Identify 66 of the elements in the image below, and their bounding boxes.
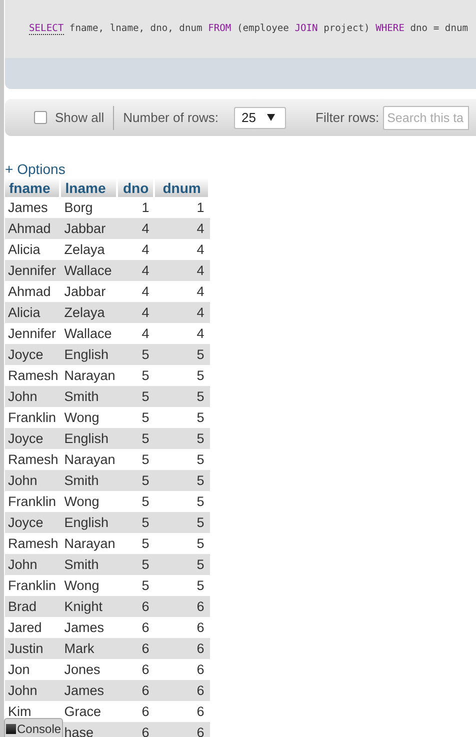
table-cell: 6 <box>155 722 210 737</box>
table-cell: English <box>61 428 118 449</box>
table-cell: 5 <box>155 554 210 575</box>
table-cell: Justin <box>5 638 62 659</box>
table-cell: 5 <box>155 428 210 449</box>
table-cell: 6 <box>155 680 210 701</box>
column-header[interactable]: dno <box>118 178 156 197</box>
table-cell: Jennifer <box>5 260 62 281</box>
table-cell: 5 <box>155 512 210 533</box>
table-cell: Jabbar <box>61 218 118 239</box>
table-cell: 5 <box>118 386 156 407</box>
table-cell: Joyce <box>5 428 62 449</box>
table-cell: 6 <box>118 596 156 617</box>
table-cell: 4 <box>155 260 210 281</box>
table-cell: 5 <box>118 344 156 365</box>
table-cell: 4 <box>155 302 210 323</box>
table-cell: Wallace <box>61 260 118 281</box>
column-header[interactable]: fname <box>5 178 62 197</box>
table-cell: Smith <box>61 386 118 407</box>
table-cell: John <box>5 554 62 575</box>
table-cell: 6 <box>155 596 210 617</box>
table-cell: Knight <box>61 596 118 617</box>
filter-field[interactable]: Search this ta <box>383 106 470 130</box>
table-cell: Joyce <box>5 344 62 365</box>
rows-dropdown[interactable]: 25 <box>234 106 286 128</box>
options-link[interactable]: + Options <box>5 161 66 178</box>
caret-icon <box>266 114 275 121</box>
table-cell: English <box>61 344 118 365</box>
column-header[interactable]: dnum <box>155 178 210 197</box>
rows-label: Number of rows: <box>123 110 219 125</box>
table-cell: Zelaya <box>61 302 118 323</box>
sql-query: SELECT fname, lname, dno, dnum FROM (employee JOIN project) WHERE dno = dnum <box>28 22 470 37</box>
table-cell: Mark <box>61 638 118 659</box>
table-cell: Smith <box>61 554 118 575</box>
table-cell: 6 <box>118 638 156 659</box>
table-cell: 4 <box>118 260 156 281</box>
table-cell: 4 <box>118 218 156 239</box>
table-cell: 6 <box>118 680 156 701</box>
table-cell: 5 <box>155 470 210 491</box>
table-cell: Smith <box>61 470 118 491</box>
show-all-label[interactable]: Show all <box>55 110 104 125</box>
filter-label: Filter rows: <box>316 110 380 125</box>
table-cell: James <box>61 680 118 701</box>
table-cell: Joyce <box>5 512 62 533</box>
table-cell: John <box>5 680 62 701</box>
table-cell: Ahmad <box>5 218 62 239</box>
column-header[interactable]: lname <box>61 178 118 197</box>
table-cell: 5 <box>118 428 156 449</box>
table-cell: 6 <box>155 638 210 659</box>
console-icon <box>6 724 16 734</box>
table-cell: 4 <box>155 218 210 239</box>
table-cell: 6 <box>118 722 156 737</box>
table-cell: 4 <box>118 302 156 323</box>
table-cell: 5 <box>118 512 156 533</box>
table-cell: John <box>5 470 62 491</box>
table-cell: 5 <box>155 344 210 365</box>
table-cell: Brad <box>5 596 62 617</box>
table-cell: 5 <box>155 386 210 407</box>
checkbox[interactable] <box>34 111 47 124</box>
table-cell: English <box>61 512 118 533</box>
table-cell: hase <box>61 722 118 737</box>
table-cell: Alicia <box>5 302 62 323</box>
table-cell: 5 <box>118 470 156 491</box>
table-cell: John <box>5 386 62 407</box>
console-button[interactable]: Console <box>4 718 64 737</box>
table-cell: 5 <box>118 554 156 575</box>
